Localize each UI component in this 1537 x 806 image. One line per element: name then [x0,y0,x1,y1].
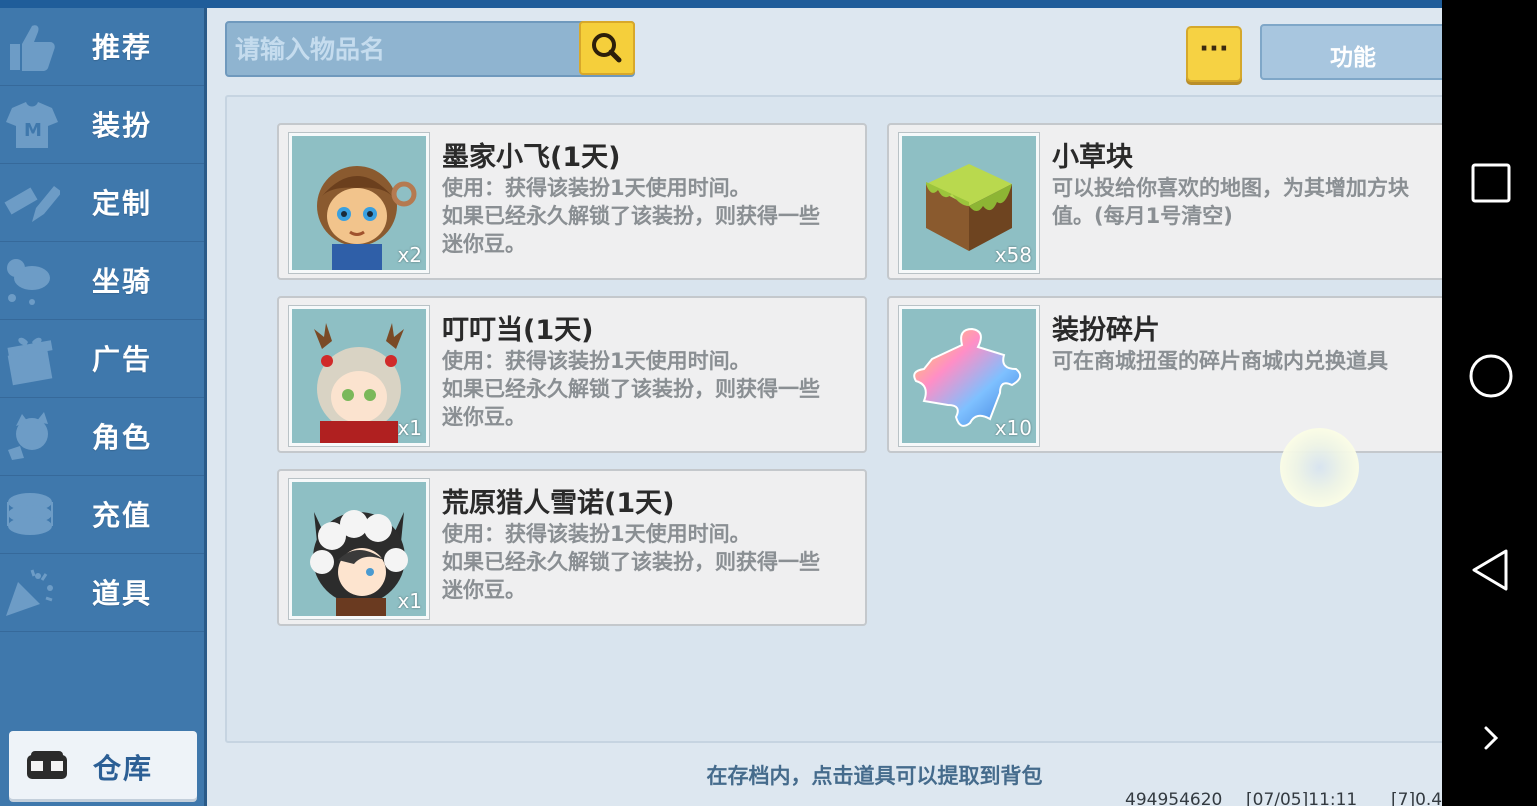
sidebar-item-dressup[interactable]: M 装扮 [0,86,204,164]
sidebar-item-label: 广告 [92,343,153,376]
item-name: 叮叮当(1天) [442,315,594,346]
item-card[interactable]: x2 墨家小飞(1天) 使用：获得该装扮1天使用时间。 如果已经永久解锁了该装扮… [277,123,867,280]
timestamp: [07/05]11:11 [1246,790,1358,806]
item-description: 可以投给你喜欢的地图，为其增加方块值。(每月1号清空) [1052,176,1409,228]
version: [7]0.4 [1391,790,1443,806]
search-input[interactable] [235,29,575,69]
touch-indicator [1280,428,1359,507]
item-card[interactable]: x1 荒原猎人雪诺(1天) 使用：获得该装扮1天使用时间。 如果已经永久解锁了该… [277,469,867,626]
item-card[interactable]: x1 叮叮当(1天) 使用：获得该装扮1天使用时间。 如果已经永久解锁了该装扮，… [277,296,867,453]
item-thumbnail: x58 [899,133,1039,273]
item-thumbnail: x10 [899,306,1039,446]
thumbs-up-icon [10,25,55,71]
sidebar-item-warehouse[interactable]: 仓库 [9,731,197,799]
sidebar-item-mount[interactable]: 坐骑 [0,242,204,320]
sidebar-item-character[interactable]: 角色 [0,398,204,476]
item-description: 使用：获得该装扮1天使用时间。 如果已经永久解锁了该装扮，则获得一些迷你豆。 [442,349,820,429]
item-name: 小草块 [1052,142,1133,173]
sidebar-item-label: 装扮 [92,109,153,142]
more-button[interactable]: ··· [1186,26,1242,82]
sidebar-item-label: 推荐 [92,31,153,64]
sidebar: 推荐 M 装扮 定制 坐骑 广告 角色 充值 道具 仓库 [0,8,207,806]
item-quantity: x58 [994,243,1032,267]
chest-icon [27,751,67,779]
sidebar-item-label: 坐骑 [92,265,153,298]
search-button[interactable] [579,21,635,75]
main-content: ··· 功能 x2 墨家小飞(1天) 使用： [207,8,1477,806]
sidebar-item-ads[interactable]: 广告 [0,320,204,398]
sidebar-item-recharge[interactable]: 充值 [0,476,204,554]
sidebar-item-label: 充值 [92,499,153,532]
item-description: 使用：获得该装扮1天使用时间。 如果已经永久解锁了该装扮，则获得一些迷你豆。 [442,522,820,602]
sidebar-item-label: 角色 [92,421,153,454]
item-thumbnail: x1 [289,479,429,619]
more-icon: ··· [1199,34,1229,64]
svg-text:M: M [24,120,42,141]
function-label: 功能 [1330,45,1376,71]
sidebar-item-label: 定制 [92,187,153,220]
recents-icon[interactable] [1466,158,1516,208]
home-icon[interactable] [1466,351,1516,401]
item-quantity: x1 [397,416,422,440]
party-popper-icon [6,569,53,616]
item-name: 荒原猎人雪诺(1天) [442,488,675,519]
character-icon [8,412,48,460]
sidebar-item-recommend[interactable]: 推荐 [0,8,204,86]
item-card[interactable]: x10 装扮碎片 可在商城扭蛋的碎片商城内兑换道具 [887,296,1477,453]
pencil-ruler-icon [4,186,60,222]
mount-icon [7,259,50,305]
sidebar-item-label: 道具 [92,577,153,610]
item-card[interactable]: x58 小草块 可以投给你喜欢的地图，为其增加方块值。(每月1号清空) [887,123,1477,280]
back-icon[interactable] [1466,545,1516,595]
warehouse-label: 仓库 [93,752,154,785]
android-nav-bar [1442,0,1537,806]
sidebar-item-props[interactable]: 道具 [0,554,204,632]
item-thumbnail: x1 [289,306,429,446]
item-name: 装扮碎片 [1052,315,1160,346]
coin-stack-icon [7,493,53,535]
item-thumbnail: x2 [289,133,429,273]
sidebar-item-custom[interactable]: 定制 [0,164,204,242]
item-quantity: x1 [397,589,422,613]
search-box [225,21,635,77]
item-name: 墨家小飞(1天) [442,142,621,173]
item-description: 使用：获得该装扮1天使用时间。 如果已经永久解锁了该装扮，则获得一些迷你豆。 [442,176,820,256]
item-quantity: x10 [994,416,1032,440]
app-window: 推荐 M 装扮 定制 坐骑 广告 角色 充值 道具 仓库 请输入物品名 ··· … [0,0,1537,806]
top-strip [0,0,1442,8]
user-id: 494954620 [1125,790,1223,806]
footer-hint: 在存档内，点击道具可以提取到背包 [706,764,1043,788]
item-quantity: x2 [397,243,422,267]
function-button[interactable]: 功能 [1260,24,1460,80]
gift-icon [7,337,53,386]
search-icon [592,33,622,63]
shirt-icon: M [6,102,58,148]
item-description: 可在商城扭蛋的碎片商城内兑换道具 [1052,349,1388,373]
chevron-right-icon[interactable] [1466,714,1516,764]
